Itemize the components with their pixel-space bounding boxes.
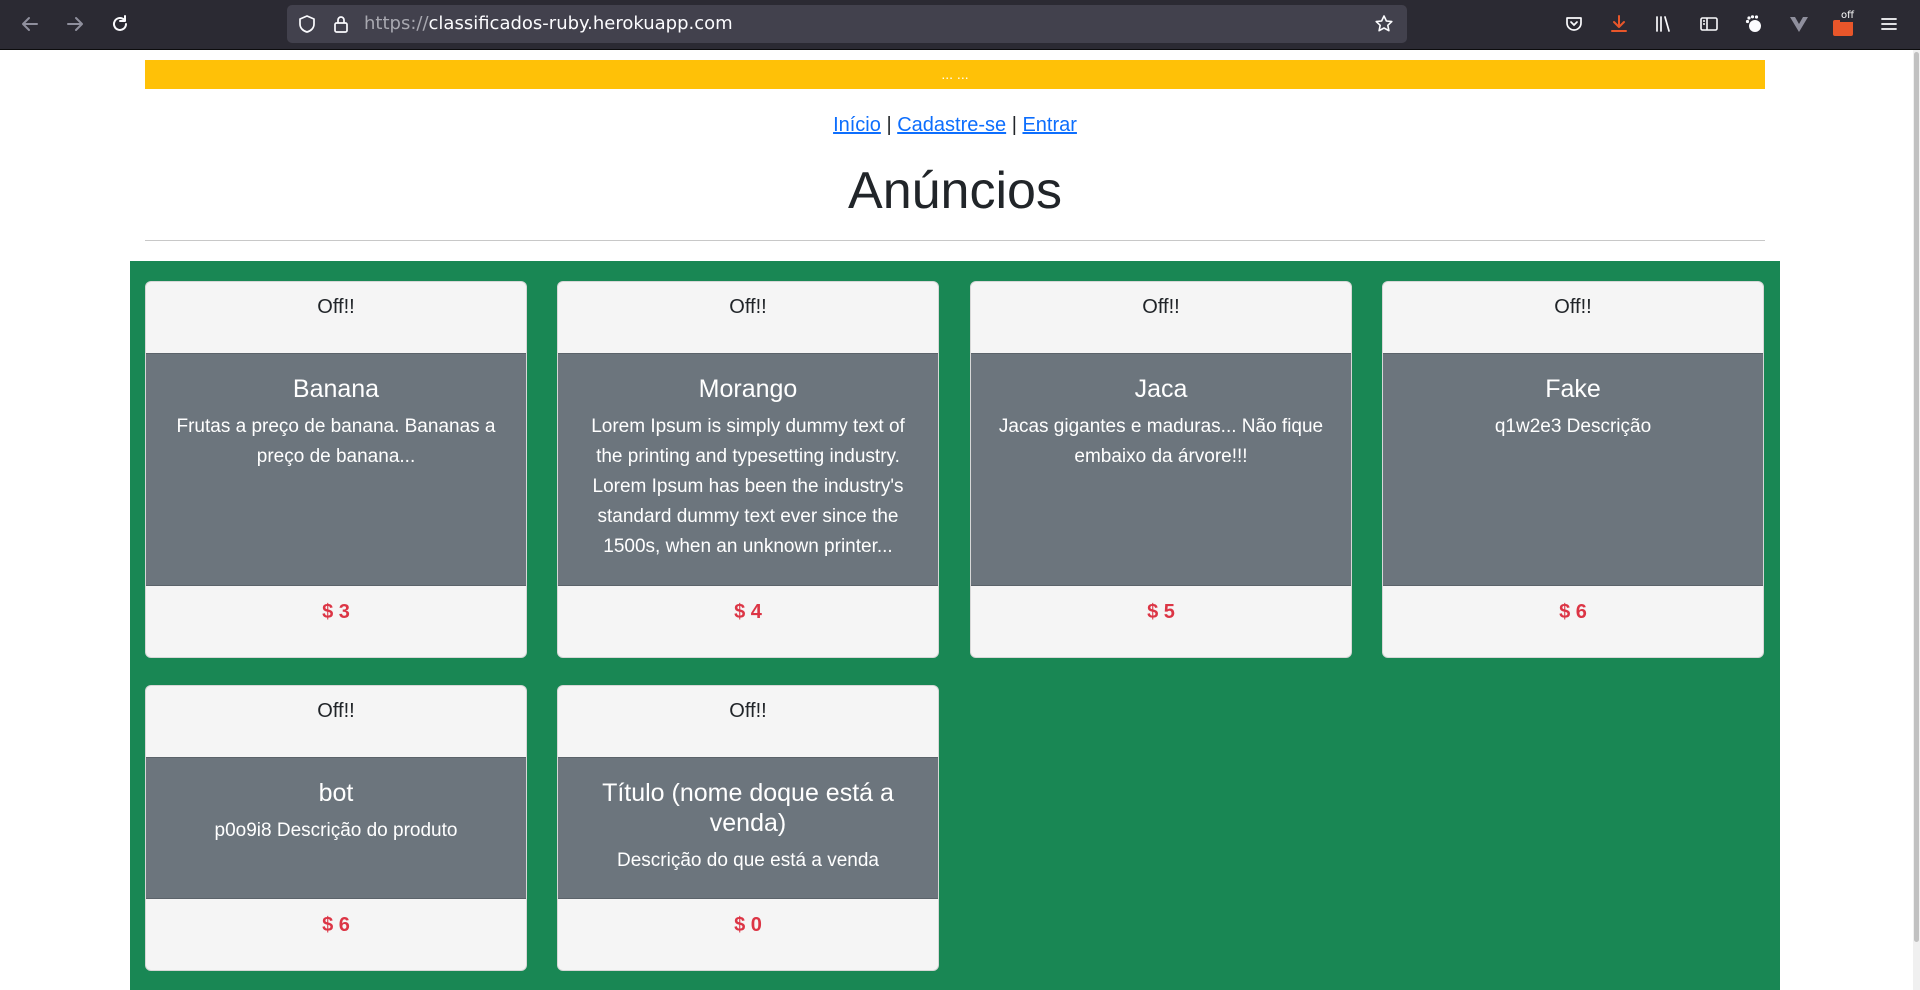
pocket-icon[interactable]	[1562, 12, 1586, 36]
download-arrow-icon	[1611, 15, 1627, 32]
url-text[interactable]: https://classificados-ruby.herokuapp.com	[364, 5, 733, 43]
gnome-foot-icon	[1745, 15, 1761, 32]
card-price: $ 4	[734, 601, 762, 623]
page-title: Anúncios	[848, 162, 1062, 220]
card-price: $ 5	[1147, 601, 1175, 623]
listing-card[interactable]: Off!! Morango Lorem Ipsum is simply dumm…	[557, 281, 939, 658]
nav-separator: |	[886, 114, 892, 136]
top-nav: Início | Cadastre-se | Entrar	[145, 111, 1765, 139]
listing-card[interactable]: Off!! Título (nome doque está a venda) D…	[557, 685, 939, 971]
hamburger-icon	[1881, 18, 1897, 30]
card-description: Frutas a preço de banana. Bananas a preç…	[176, 416, 496, 467]
notice-bar: ... ...	[145, 60, 1765, 89]
library-books-icon	[1656, 16, 1670, 32]
nav-login-link[interactable]: Entrar	[1022, 114, 1076, 136]
forward-button[interactable]	[60, 9, 90, 39]
browser-toolbar: https://classificados-ruby.herokuapp.com	[0, 0, 1920, 50]
card-badge: Off!!	[1554, 296, 1592, 318]
shield-icon[interactable]	[297, 14, 317, 34]
card-body: Morango Lorem Ipsum is simply dummy text…	[558, 353, 938, 586]
vue-v-icon	[1790, 17, 1808, 32]
hamburger-menu-button[interactable]	[1877, 12, 1901, 36]
card-description: Lorem Ipsum is simply dummy text of the …	[591, 416, 905, 557]
sidebar-panel-icon	[1700, 17, 1718, 31]
card-title[interactable]: Fake	[1403, 374, 1743, 404]
gnome-extension-icon[interactable]	[1742, 12, 1766, 36]
sidebar-toggle-icon[interactable]	[1697, 12, 1721, 36]
reload-icon	[113, 15, 127, 31]
listing-card[interactable]: Off!! bot p0o9i8 Descrição do produto $ …	[145, 685, 527, 971]
listing-card[interactable]: Off!! Banana Frutas a preço de banana. B…	[145, 281, 527, 658]
nav-signup-link[interactable]: Cadastre-se	[897, 114, 1006, 136]
nav-home-link[interactable]: Início	[833, 114, 881, 136]
back-button[interactable]	[15, 9, 45, 39]
header-divider	[145, 240, 1765, 241]
card-title[interactable]: Jaca	[991, 374, 1331, 404]
card-body: Fake q1w2e3 Descrição	[1383, 353, 1763, 586]
nav-separator: |	[1011, 114, 1017, 136]
card-badge: Off!!	[317, 700, 355, 722]
extension-block-icon	[1833, 20, 1853, 36]
extension-badge-label: off	[1840, 10, 1856, 22]
card-body: Banana Frutas a preço de banana. Bananas…	[146, 353, 526, 586]
card-badge: Off!!	[317, 296, 355, 318]
listing-card[interactable]: Off!! Fake q1w2e3 Descrição $ 6	[1382, 281, 1764, 658]
address-bar[interactable]: https://classificados-ruby.herokuapp.com	[287, 5, 1407, 43]
extension-off-badge[interactable]: off	[1833, 10, 1856, 36]
card-badge: Off!!	[729, 700, 767, 722]
card-price: $ 3	[322, 601, 350, 623]
card-title[interactable]: Banana	[166, 374, 506, 404]
downloads-icon[interactable]	[1607, 12, 1631, 36]
pocket-glyph-icon	[1566, 17, 1582, 31]
card-badge: Off!!	[1142, 296, 1180, 318]
card-description: Jacas gigantes e maduras... Não fique em…	[998, 416, 1324, 467]
card-body: Título (nome doque está a venda) Descriç…	[558, 757, 938, 899]
scrollbar-thumb[interactable]	[1914, 52, 1919, 942]
page-scrollbar[interactable]	[1913, 50, 1920, 990]
back-arrow-icon	[22, 17, 38, 31]
url-host: classificados-ruby.herokuapp.com	[428, 13, 733, 34]
listing-card[interactable]: Off!! Jaca Jacas gigantes e maduras... N…	[970, 281, 1352, 658]
card-title[interactable]: bot	[166, 778, 506, 808]
card-description: p0o9i8 Descrição do produto	[214, 820, 458, 841]
card-price: $ 0	[734, 914, 762, 936]
forward-arrow-icon	[67, 17, 83, 31]
vue-devtools-icon[interactable]	[1787, 12, 1811, 36]
url-scheme: https://	[364, 13, 429, 34]
card-title[interactable]: Morango	[578, 374, 918, 404]
card-price: $ 6	[322, 914, 350, 936]
card-badge: Off!!	[729, 296, 767, 318]
lock-icon[interactable]	[331, 14, 351, 34]
card-body: bot p0o9i8 Descrição do produto	[146, 757, 526, 899]
bookmark-star-icon[interactable]	[1374, 14, 1394, 34]
card-price: $ 6	[1559, 601, 1587, 623]
card-description: q1w2e3 Descrição	[1494, 416, 1652, 437]
card-description: Descrição do que está a venda	[617, 850, 879, 871]
card-title[interactable]: Título (nome doque está a venda)	[578, 778, 918, 838]
library-icon[interactable]	[1652, 12, 1676, 36]
card-body: Jaca Jacas gigantes e maduras... Não fiq…	[971, 353, 1351, 586]
reload-button[interactable]	[105, 9, 135, 39]
